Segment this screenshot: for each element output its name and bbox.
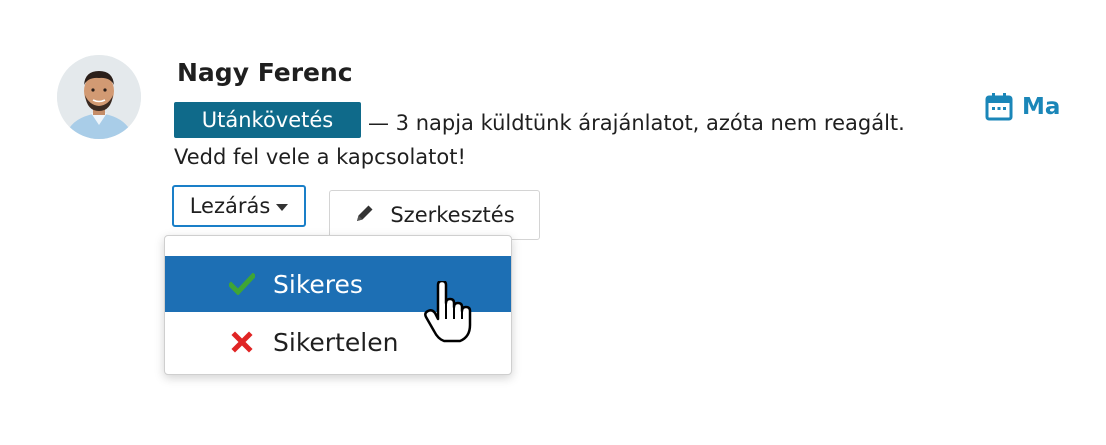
menu-item-label: Sikertelen [273, 327, 399, 357]
status-badge: Utánkövetés [174, 102, 361, 138]
pencil-icon [354, 202, 376, 229]
edit-button-label: Szerkesztés [390, 203, 515, 227]
caret-down-icon [276, 204, 289, 211]
calendar-icon [984, 92, 1014, 122]
hand-pointer-icon [422, 279, 474, 347]
close-button-label: Lezárás [189, 194, 271, 218]
edit-button[interactable]: Szerkesztés [329, 190, 540, 240]
avatar [57, 55, 141, 139]
check-icon [217, 273, 267, 295]
contact-name: Nagy Ferenc [177, 58, 353, 87]
menu-item-label: Sikeres [273, 269, 363, 299]
due-date-label: Ma [1022, 94, 1061, 120]
task-card: Nagy Ferenc Utánkövetés — 3 napja küldtü… [0, 0, 1106, 445]
task-message-line1: — 3 napja küldtünk árajánlatot, azóta ne… [368, 111, 905, 135]
due-date: Ma [984, 92, 1060, 122]
close-dropdown-button[interactable]: Lezárás [172, 185, 306, 227]
task-message-line2: Vedd fel vele a kapcsolatot! [174, 145, 466, 169]
x-icon [217, 331, 267, 353]
